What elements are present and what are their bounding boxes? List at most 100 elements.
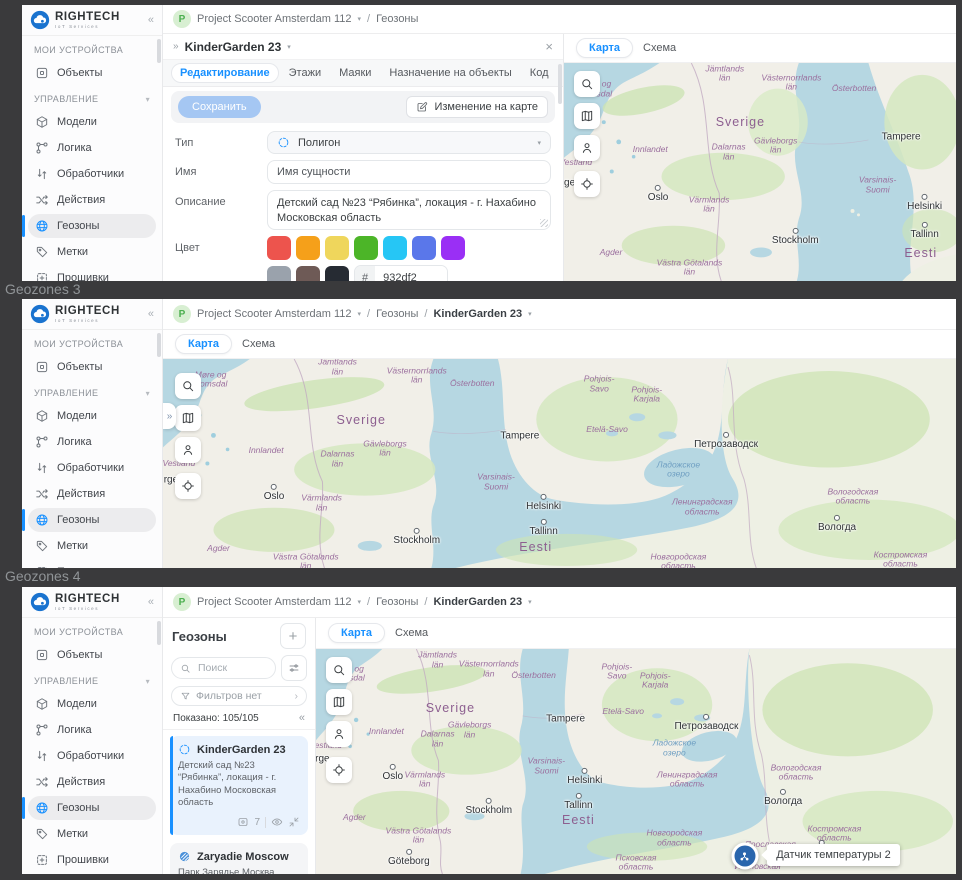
color-swatch[interactable] [267, 266, 291, 281]
panel-collapse-icon[interactable]: « [299, 712, 305, 724]
sidebar-item[interactable]: Логика [28, 430, 156, 454]
tab-map[interactable]: Карта [576, 38, 633, 58]
map-search-button[interactable] [326, 657, 352, 683]
tab-scheme[interactable]: Схема [395, 627, 428, 639]
sidebar-item[interactable]: Прошивки [28, 560, 156, 568]
device-tooltip[interactable]: Датчик температуры 2 [767, 844, 900, 866]
chevron-down-icon[interactable]: ▾ [146, 95, 150, 104]
breadcrumb-geozones[interactable]: Геозоны [376, 596, 418, 608]
hex-color-input[interactable]: # 932df2 [354, 265, 448, 281]
filter-settings-button[interactable] [281, 655, 307, 681]
chevron-down-icon[interactable]: ▾ [287, 43, 291, 51]
sidebar-item[interactable]: Обработчики [28, 456, 156, 480]
color-swatch[interactable] [325, 236, 349, 260]
chevron-down-icon[interactable]: ▾ [357, 15, 361, 23]
map-locate-button[interactable] [326, 757, 352, 783]
sidebar-collapse-icon[interactable]: « [148, 14, 154, 26]
sidebar-item[interactable]: Объекты [28, 355, 156, 379]
sidebar-item[interactable]: Объекты [28, 643, 156, 667]
color-swatch[interactable] [441, 236, 465, 260]
add-geozone-button[interactable]: + [280, 623, 306, 649]
panel-expand-icon[interactable]: » [173, 41, 179, 52]
tab-map[interactable]: Карта [328, 623, 385, 643]
map-locate-button[interactable] [574, 171, 600, 197]
app-logo[interactable]: RIGHTECH IoT Services « [22, 587, 162, 618]
sidebar-item[interactable]: Действия [28, 188, 156, 212]
sidebar-item[interactable]: Модели [28, 110, 156, 134]
color-swatch[interactable] [267, 236, 291, 260]
map-objects-button[interactable] [574, 135, 600, 161]
sidebar-scrollbar[interactable] [157, 621, 161, 645]
map-layers-button[interactable] [326, 689, 352, 715]
geozone-title[interactable]: KinderGarden 23 [185, 40, 282, 54]
device-marker[interactable] [731, 843, 758, 870]
sidebar-item[interactable]: Метки [28, 534, 156, 558]
sidebar-item[interactable]: Геозоны [28, 214, 156, 238]
color-swatch[interactable] [383, 236, 407, 260]
close-icon[interactable]: × [545, 39, 553, 54]
chevron-down-icon[interactable]: ▾ [146, 677, 150, 686]
map-search-button[interactable] [574, 71, 600, 97]
map-objects-button[interactable] [175, 437, 201, 463]
chevron-down-icon[interactable]: ▾ [146, 389, 150, 398]
app-logo[interactable]: RIGHTECH IoT Services « [22, 299, 162, 330]
breadcrumb-project[interactable]: Project Scooter Amsterdam 112 [197, 308, 351, 320]
map-canvas[interactable]: Jämtlands länMøre og RomsdalVästernorrla… [564, 63, 956, 281]
map-objects-button[interactable] [326, 721, 352, 747]
color-swatch[interactable] [296, 236, 320, 260]
sidebar-item[interactable]: Геозоны [28, 508, 156, 532]
filter-button[interactable]: Фильтров нет › [171, 686, 307, 706]
breadcrumb-entity[interactable]: KinderGarden 23 [433, 308, 522, 320]
sidebar-item[interactable]: Модели [28, 404, 156, 428]
sidebar-scrollbar[interactable] [157, 333, 161, 357]
map-canvas[interactable]: Jämtlands länMøre og RomsdalVästernorrla… [163, 359, 956, 568]
sidebar-item[interactable]: Метки [28, 822, 156, 846]
tab-scheme[interactable]: Схема [643, 42, 676, 54]
sidebar-collapse-icon[interactable]: « [148, 308, 154, 320]
edit-on-map-button[interactable]: Изменение на карте [406, 96, 548, 118]
editor-tab[interactable]: Маяки [331, 64, 379, 82]
sidebar-item[interactable]: Прошивки [28, 848, 156, 872]
map-canvas[interactable]: Jämtlands länMøre og RomsdalVästernorrla… [316, 649, 956, 874]
save-button[interactable]: Сохранить [178, 96, 261, 118]
sidebar-item[interactable]: Обработчики [28, 162, 156, 186]
chevron-down-icon[interactable]: ▾ [357, 310, 361, 318]
project-avatar[interactable]: P [173, 593, 191, 611]
sidebar-item[interactable]: Логика [28, 718, 156, 742]
color-swatch[interactable] [354, 236, 378, 260]
name-field[interactable] [267, 160, 551, 184]
map-search-button[interactable] [175, 373, 201, 399]
tab-scheme[interactable]: Схема [242, 338, 275, 350]
eye-icon[interactable] [271, 816, 283, 828]
editor-tab[interactable]: Назначение на объекты [381, 64, 519, 82]
editor-tab[interactable]: Этажи [281, 64, 329, 82]
chevron-down-icon[interactable]: ▾ [357, 598, 361, 606]
search-input[interactable] [196, 661, 267, 675]
type-select[interactable]: Полигон ▾ [267, 131, 551, 154]
description-field[interactable]: Детский сад №23 “Рябинка”, локация - г. … [267, 190, 551, 230]
sidebar-item[interactable]: Геозоны [28, 796, 156, 820]
breadcrumb-entity[interactable]: KinderGarden 23 [433, 596, 522, 608]
breadcrumb-project[interactable]: Project Scooter Amsterdam 112 [197, 13, 351, 25]
chevron-down-icon[interactable]: ▾ [528, 310, 532, 318]
breadcrumb-geozones[interactable]: Геозоны [376, 13, 418, 25]
map-layers-button[interactable] [574, 103, 600, 129]
tab-map[interactable]: Карта [175, 334, 232, 354]
editor-tab[interactable]: Редактирование [171, 63, 279, 83]
sidebar-item[interactable]: Действия [28, 770, 156, 794]
chevron-down-icon[interactable]: ▾ [528, 598, 532, 606]
color-swatch[interactable] [412, 236, 436, 260]
sidebar-item[interactable]: Действия [28, 482, 156, 506]
color-swatch[interactable] [325, 266, 349, 281]
project-avatar[interactable]: P [173, 10, 191, 28]
hex-value[interactable]: 932df2 [375, 266, 447, 281]
collapse-icon[interactable] [288, 816, 300, 828]
sidebar-item[interactable]: Обработчики [28, 744, 156, 768]
sidebar-item[interactable]: Логика [28, 136, 156, 160]
sidebar-collapse-icon[interactable]: « [148, 596, 154, 608]
app-logo[interactable]: RIGHTECH IoT Services « [22, 5, 162, 36]
breadcrumb-geozones[interactable]: Геозоны [376, 308, 418, 320]
sidebar-item[interactable]: Метки [28, 240, 156, 264]
sidebar-scrollbar[interactable] [157, 39, 161, 63]
geozone-card[interactable]: Zaryadie Moscow Парк Зарядье Москва цент… [170, 843, 308, 874]
